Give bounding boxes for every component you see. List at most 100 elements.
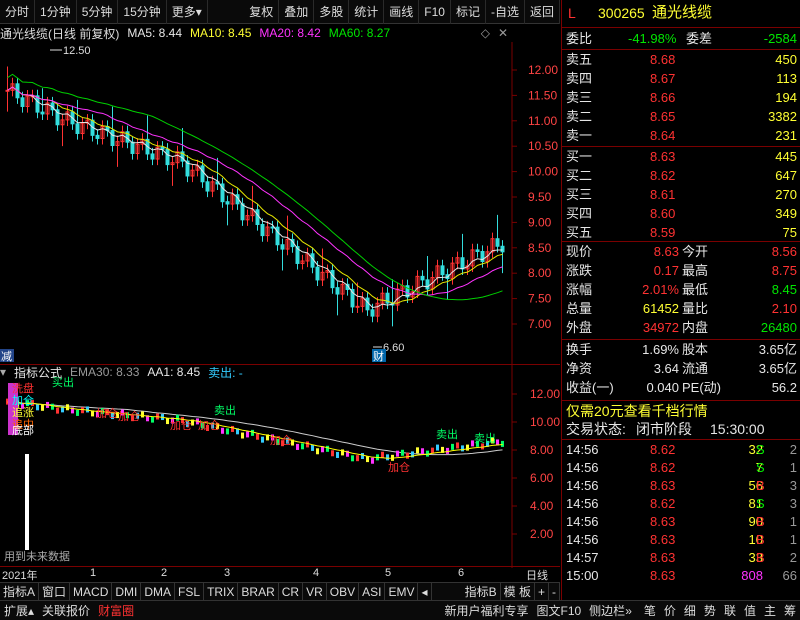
- overlay-button[interactable]: 叠加: [279, 0, 315, 24]
- bid-label: 买三: [566, 187, 593, 202]
- indicator-axis: 12.00 10.00 8.00 6.00 4.00 2.00: [512, 387, 560, 541]
- draw-button[interactable]: 画线: [384, 0, 420, 24]
- tab-scroll-left[interactable]: ◂: [418, 582, 432, 601]
- promo-row[interactable]: 仅需20元查看千档行情: [562, 402, 800, 420]
- tab-cr[interactable]: CR: [279, 582, 304, 601]
- tab-5min[interactable]: 5分钟: [77, 0, 119, 24]
- zoom-in-button[interactable]: +: [535, 582, 549, 601]
- candle-body: [315, 266, 320, 281]
- sidebar-button[interactable]: 侧边栏»: [585, 601, 636, 620]
- add-mark-1: 加仓: [96, 406, 118, 420]
- related-quote-button[interactable]: 关联报价: [38, 601, 94, 620]
- indicator-tick-label: 6.00: [530, 471, 554, 485]
- indicator-bar: [86, 406, 89, 413]
- tab-dma[interactable]: DMA: [141, 582, 176, 601]
- indicator-bar: [81, 407, 84, 414]
- tab-trix[interactable]: TRIX: [204, 582, 239, 601]
- indicator-bar: [246, 431, 249, 438]
- indicator-bar: [421, 448, 424, 455]
- period-label[interactable]: 日线: [526, 567, 548, 583]
- stats-button[interactable]: 统计: [349, 0, 385, 24]
- tab-macd[interactable]: MACD: [70, 582, 113, 601]
- tab-zhi[interactable]: 值: [740, 601, 760, 620]
- tab-vr[interactable]: VR: [303, 582, 327, 601]
- wealth-circle-button[interactable]: 财富圈: [94, 601, 138, 620]
- new-user-welfare-link[interactable]: 新用户福利专享: [440, 601, 532, 620]
- tab-fenshi[interactable]: 分时: [0, 0, 36, 24]
- bid-label: 买一: [566, 149, 593, 164]
- tab-template[interactable]: 模 板: [501, 582, 535, 601]
- zoom-out-button[interactable]: -: [549, 582, 560, 601]
- tick-count: 2: [789, 442, 797, 457]
- tab-jia[interactable]: 价: [660, 601, 680, 620]
- tick-time: 15:00: [566, 568, 599, 583]
- axis-month-4: 4: [313, 567, 320, 579]
- tab-chou[interactable]: 筹: [780, 601, 800, 620]
- tab-bi[interactable]: 笔: [640, 601, 660, 620]
- tick-count: 1: [789, 514, 797, 529]
- stat-label: PE(动): [682, 380, 722, 395]
- bid-price: 8.62: [650, 168, 676, 183]
- restore-button[interactable]: 复权: [244, 0, 280, 24]
- weibi-row: 委比 -41.98% 委差 -2584: [562, 30, 800, 48]
- indicator-bar: [396, 450, 399, 457]
- f10-button[interactable]: F10: [419, 0, 451, 24]
- quote-panel: L 300265 通光线缆 委比 -41.98% 委差 -2584 卖五 8.68…: [561, 0, 800, 600]
- expand-button[interactable]: 扩展▴: [0, 601, 38, 620]
- indicator-bar: [451, 443, 454, 450]
- chevron-right-icon: »: [625, 603, 632, 618]
- stat-label: 换手: [566, 342, 593, 357]
- stat-label: 今开: [682, 244, 709, 259]
- tab-15min[interactable]: 15分钟: [118, 0, 167, 24]
- tick-side: B: [756, 550, 765, 565]
- indicator-collapse-icon[interactable]: ▾: [0, 365, 6, 379]
- tab-indicator-b[interactable]: 指标B: [462, 582, 501, 601]
- tab-zhu[interactable]: 主: [760, 601, 780, 620]
- bid-label: 买五: [566, 225, 593, 240]
- tab-xi[interactable]: 细: [680, 601, 700, 620]
- tab-window[interactable]: 窗口: [39, 582, 71, 601]
- stat-row: 换手 1.69% 股本 3.65亿: [562, 341, 800, 359]
- candle-body: [495, 238, 500, 247]
- tab-lian[interactable]: 联: [720, 601, 740, 620]
- indicator-bar: [316, 448, 319, 455]
- candlesticks: [5, 66, 505, 327]
- tag-xipan: 洗盘: [12, 381, 34, 395]
- tab-asi[interactable]: ASI: [359, 582, 386, 601]
- stat-value: 1.69%: [642, 342, 679, 357]
- left-tag: 减: [1, 350, 12, 363]
- tick-row: 14:56 8.63 56 B 3: [562, 477, 800, 495]
- tab-obv[interactable]: OBV: [327, 582, 360, 601]
- tab-brar[interactable]: BRAR: [238, 582, 279, 601]
- candle-body: [330, 270, 335, 289]
- indicator-bar: [151, 416, 154, 423]
- sell-mark-1: 卖出: [214, 403, 236, 417]
- indicator-tick-label: 4.00: [530, 499, 554, 513]
- candle-body: [20, 97, 25, 107]
- tab-1min[interactable]: 1分钟: [35, 0, 77, 24]
- kline-chart[interactable]: 12.00 11.50 11.00 10.50 10.00 9.50 9.00 8.50 8.0…: [0, 24, 560, 568]
- price-tick-label: 12.00: [528, 63, 558, 77]
- tab-more[interactable]: 更多▾: [167, 0, 208, 24]
- graphic-f10-button[interactable]: 图文F10: [532, 601, 585, 620]
- tab-dmi[interactable]: DMI: [112, 582, 142, 601]
- tab-emv[interactable]: EMV: [385, 582, 419, 601]
- future-data-note: 用到未来数据: [4, 549, 70, 563]
- tab-indicator-a[interactable]: 指标A: [0, 582, 40, 601]
- remove-favorite-button[interactable]: -自选: [486, 0, 525, 24]
- stat-value: 3.65亿: [758, 361, 797, 376]
- mark-button[interactable]: 标记: [451, 0, 486, 24]
- stat-label: 最低: [682, 282, 709, 297]
- indicator-bar: [401, 449, 404, 456]
- back-button[interactable]: 返回: [525, 0, 560, 24]
- tick-count: 66: [782, 568, 797, 583]
- tab-fsl[interactable]: FSL: [175, 582, 205, 601]
- multi-stock-button[interactable]: 多股: [314, 0, 350, 24]
- promo-text[interactable]: 仅需20元查看千档行情: [566, 402, 708, 420]
- tick-row: 15:00 8.63 808 66: [562, 567, 800, 585]
- tab-shi[interactable]: 势: [700, 601, 720, 620]
- indicator-name[interactable]: 指标公式: [14, 364, 62, 381]
- candle-body: [110, 130, 115, 146]
- stat-value: 2.10: [771, 301, 797, 316]
- status-bar: 扩展▴ 关联报价 财富圈 新用户福利专享 图文F10 侧边栏» 笔 价 细 势 …: [0, 600, 800, 620]
